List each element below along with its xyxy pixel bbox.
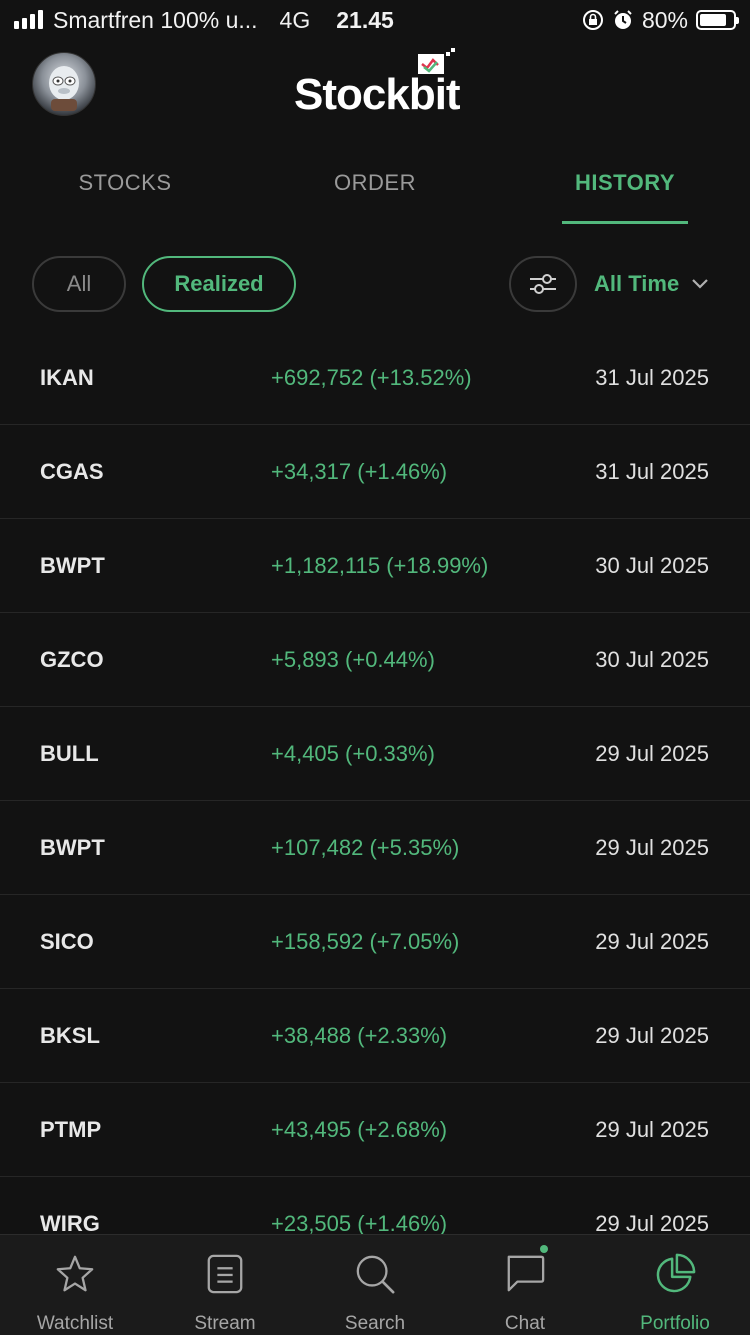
tab-stocks[interactable]: STOCKS	[0, 140, 250, 224]
search-icon	[356, 1255, 395, 1294]
stock-symbol: PTMP	[40, 1117, 102, 1142]
stock-symbol: IKAN	[40, 365, 94, 390]
battery-level	[700, 14, 726, 26]
history-row[interactable]: SICO +158,592 (+7.05%) 29 Jul 2025	[0, 895, 750, 989]
realized-profit: +43,495 (+2.68%)	[271, 1117, 448, 1142]
realized-profit: +1,182,115 (+18.99%)	[271, 553, 489, 578]
nav-stream[interactable]: Stream	[150, 1235, 300, 1335]
filter-all-chip[interactable]: All	[32, 256, 126, 312]
tab-history[interactable]: HISTORY	[500, 140, 750, 224]
history-filters: All Realized All Time	[0, 256, 750, 312]
realized-profit: +107,482 (+5.35%)	[271, 835, 460, 860]
star-icon	[56, 1255, 94, 1292]
stream-icon	[207, 1254, 243, 1294]
stock-symbol: BWPT	[40, 835, 105, 860]
nav-watchlist-label: Watchlist	[36, 1313, 114, 1334]
rotation-lock-icon	[582, 10, 603, 30]
nav-chat-label: Chat	[504, 1313, 546, 1334]
realized-profit: +5,893 (+0.44%)	[271, 647, 435, 672]
history-list: IKAN +692,752 (+13.52%) 31 Jul 2025 CGAS +34…	[0, 331, 750, 1271]
clock: 21.45	[336, 6, 394, 33]
stock-symbol: BKSL	[40, 1023, 100, 1048]
network-type: 4G	[279, 6, 311, 33]
trade-date: 31 Jul 2025	[595, 365, 709, 390]
history-row[interactable]: PTMP +43,495 (+2.68%) 29 Jul 2025	[0, 1083, 750, 1177]
realized-profit: +34,317 (+1.46%)	[271, 459, 448, 484]
history-row[interactable]: BWPT +107,482 (+5.35%) 29 Jul 2025	[0, 801, 750, 895]
history-row[interactable]: GZCO +5,893 (+0.44%) 30 Jul 2025	[0, 613, 750, 707]
app-header: Stockbit	[0, 40, 750, 130]
nav-stream-label: Stream	[194, 1313, 256, 1334]
realized-profit: +158,592 (+7.05%)	[271, 929, 460, 954]
carrier-name: Smartfren 100% u...	[53, 6, 258, 33]
status-bar-right: 80%	[582, 6, 739, 34]
stock-symbol: BWPT	[40, 553, 105, 578]
nav-search-label: Search	[344, 1313, 406, 1334]
chat-icon	[507, 1255, 545, 1292]
nav-portfolio[interactable]: Portfolio	[600, 1235, 750, 1335]
chevron-down-icon	[692, 279, 708, 289]
alarm-icon	[614, 10, 632, 29]
chat-badge	[540, 1245, 548, 1253]
nav-search[interactable]: Search	[300, 1235, 450, 1335]
realized-profit: +692,752 (+13.52%)	[271, 365, 472, 390]
tab-order[interactable]: ORDER	[250, 140, 500, 224]
stock-symbol: SICO	[40, 929, 94, 954]
trade-date: 29 Jul 2025	[595, 1117, 709, 1142]
trade-date: 30 Jul 2025	[595, 647, 709, 672]
history-row[interactable]: BKSL +38,488 (+2.33%) 29 Jul 2025	[0, 989, 750, 1083]
history-row[interactable]: BULL +4,405 (+0.33%) 29 Jul 2025	[0, 707, 750, 801]
nav-chat[interactable]: Chat	[450, 1235, 600, 1335]
history-row[interactable]: BWPT +1,182,115 (+18.99%) 30 Jul 2025	[0, 519, 750, 613]
avatar[interactable]	[32, 52, 96, 116]
realized-profit: +4,405 (+0.33%)	[271, 741, 435, 766]
trade-date: 30 Jul 2025	[595, 553, 709, 578]
nav-portfolio-label: Portfolio	[640, 1313, 710, 1334]
trade-date: 31 Jul 2025	[595, 459, 709, 484]
stock-symbol: BULL	[40, 741, 99, 766]
filter-settings-button[interactable]	[509, 256, 577, 312]
avatar-image	[49, 66, 79, 111]
trade-date: 29 Jul 2025	[595, 835, 709, 860]
trade-date: 29 Jul 2025	[595, 929, 709, 954]
battery-icon	[696, 10, 739, 30]
trade-date: 29 Jul 2025	[595, 741, 709, 766]
signal-icon	[14, 10, 43, 29]
status-bar-left: Smartfren 100% u... 4G 21.45	[14, 7, 394, 34]
trade-date: 29 Jul 2025	[595, 1023, 709, 1048]
history-row[interactable]: CGAS +34,317 (+1.46%) 31 Jul 2025	[0, 425, 750, 519]
nav-watchlist[interactable]: Watchlist	[0, 1235, 150, 1335]
sliders-icon	[530, 274, 556, 294]
battery-percent: 80%	[641, 6, 688, 33]
stock-symbol: GZCO	[40, 647, 104, 672]
stock-symbol: CGAS	[40, 459, 104, 484]
time-range-dropdown[interactable]: All Time	[594, 256, 709, 312]
pie-chart-icon	[656, 1253, 696, 1293]
portfolio-tabs: STOCKS ORDER HISTORY	[0, 140, 750, 224]
time-range-label: All Time	[594, 271, 680, 296]
bottom-navigation: Watchlist Stream Search Chat Portfolio	[0, 1234, 750, 1335]
filter-realized-chip[interactable]: Realized	[142, 256, 296, 312]
logo-mark-icon	[418, 48, 455, 74]
realized-profit: +38,488 (+2.33%)	[271, 1023, 448, 1048]
status-bar: Smartfren 100% u... 4G 21.45 80%	[0, 0, 750, 40]
history-row[interactable]: IKAN +692,752 (+13.52%) 31 Jul 2025	[0, 331, 750, 425]
